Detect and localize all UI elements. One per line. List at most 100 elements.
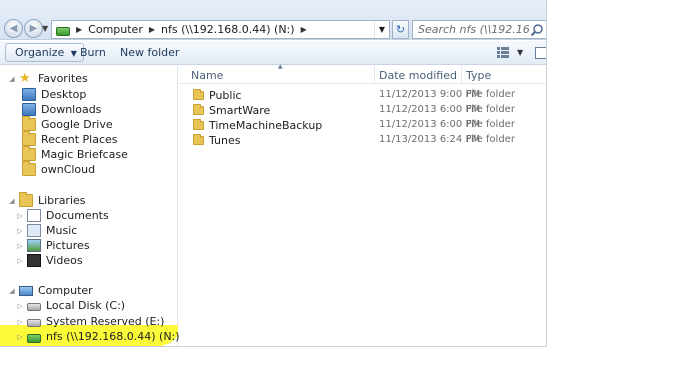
preview-pane-icon[interactable] [535, 47, 546, 59]
sidebar-item-local-disk-c[interactable]: ▷ Local Disk (C:) [16, 298, 125, 313]
computer-icon [19, 285, 33, 296]
search-icon [530, 23, 544, 37]
column-header-type[interactable]: Type [466, 69, 491, 82]
column-divider[interactable] [374, 66, 375, 84]
breadcrumb-nfs-drive[interactable]: nfs (\\192.168.0.44) (N:) [161, 23, 295, 36]
sidebar-item-system-reserved-e[interactable]: ▷ System Reserved (E:) [16, 314, 164, 329]
sidebar-item-downloads[interactable]: Downloads [22, 102, 101, 117]
sidebar-item-label: Videos [46, 254, 83, 267]
file-date-modified: 11/13/2013 6:24 PM [379, 134, 481, 145]
file-row[interactable]: TimeMachineBackup 11/12/2013 6:00 PM Fil… [179, 118, 546, 133]
file-type: File folder [466, 89, 515, 100]
sidebar-item-label: Music [46, 224, 78, 237]
folder-icon [193, 134, 204, 145]
nav-group-libraries[interactable]: ◢ Libraries [8, 192, 86, 208]
expand-arrow-icon[interactable]: ◢ [8, 287, 16, 295]
file-row[interactable]: Tunes 11/13/2013 6:24 PM File folder [179, 133, 546, 148]
column-header-date-modified[interactable]: Date modified [379, 69, 457, 82]
sidebar-item-videos[interactable]: ▷ Videos [16, 253, 83, 268]
nav-group-label: Computer [38, 284, 93, 297]
sidebar-item-label: System Reserved (E:) [46, 315, 165, 328]
desktop-icon [22, 88, 36, 101]
command-bar: Organize ▼ Burn New folder ▼ [0, 41, 546, 65]
sidebar-item-label: Documents [46, 209, 109, 222]
file-type: File folder [466, 134, 515, 145]
collapsed-arrow-icon[interactable]: ▷ [16, 212, 24, 220]
star-icon: ★ [19, 71, 31, 86]
folder-icon [193, 89, 204, 100]
file-row[interactable]: Public 11/12/2013 9:00 PM File folder [179, 88, 546, 103]
sidebar-item-label: Downloads [41, 103, 102, 116]
file-date-modified: 11/12/2013 9:00 PM [379, 89, 481, 100]
sidebar-item-label: Pictures [46, 239, 90, 252]
forward-button[interactable]: ▶ [24, 19, 43, 38]
collapsed-arrow-icon[interactable]: ▷ [16, 318, 24, 326]
change-view-icon[interactable] [497, 47, 509, 58]
sidebar-item-pictures[interactable]: ▷ Pictures [16, 238, 90, 253]
column-header-name[interactable]: Name [191, 69, 223, 82]
new-folder-button[interactable]: New folder [120, 46, 179, 59]
recent-places-icon [22, 131, 36, 146]
collapsed-arrow-icon[interactable]: ▷ [16, 333, 24, 341]
music-icon [27, 224, 41, 237]
nav-group-computer[interactable]: ◢ Computer [8, 283, 93, 298]
expand-arrow-icon[interactable]: ◢ [8, 75, 16, 83]
sidebar-item-label: Recent Places [41, 133, 118, 146]
videos-icon [27, 254, 41, 267]
file-row[interactable]: SmartWare 11/12/2013 6:00 PM File folder [179, 103, 546, 118]
file-type: File folder [466, 104, 515, 115]
explorer-window: ◀ ▶ ▼ ▶ Computer ▶ nfs (\\192.168.0.44) … [0, 0, 547, 347]
file-list-pane: ▲ Name Date modified Type Public 11/12/2… [179, 63, 546, 346]
nav-group-label: Favorites [38, 72, 88, 85]
collapsed-arrow-icon[interactable]: ▷ [16, 302, 24, 310]
sidebar-item-nfs-drive[interactable]: ▷ nfs (\\192.168.0.44) (N:) [16, 329, 180, 344]
collapsed-arrow-icon[interactable]: ▷ [16, 227, 24, 235]
file-name: Tunes [209, 134, 241, 147]
expand-arrow-icon[interactable]: ◢ [8, 197, 16, 205]
column-header-row: ▲ Name Date modified Type [179, 63, 546, 84]
sidebar-item-owncloud[interactable]: ownCloud [22, 161, 95, 177]
address-history-dropdown[interactable]: ▼ [374, 21, 389, 38]
folder-icon [193, 104, 204, 115]
organize-label: Organize [15, 46, 65, 59]
address-bar[interactable]: ▶ Computer ▶ nfs (\\192.168.0.44) (N:) ▶… [51, 20, 390, 39]
refresh-button[interactable]: ↻ [392, 20, 409, 39]
file-name: TimeMachineBackup [209, 119, 323, 132]
breadcrumb-computer[interactable]: Computer [88, 23, 143, 36]
column-divider[interactable] [461, 66, 462, 84]
back-button[interactable]: ◀ [4, 19, 23, 38]
google-drive-folder-icon [22, 116, 36, 131]
search-input[interactable]: Search nfs (\\192.168.0.44) (N:) [412, 20, 546, 39]
sidebar-item-google-drive[interactable]: Google Drive [22, 116, 113, 132]
breadcrumb-separator-icon[interactable]: ▶ [76, 25, 82, 34]
sidebar-item-magic-briefcase[interactable]: Magic Briefcase [22, 146, 128, 162]
breadcrumb-separator-icon[interactable]: ▶ [301, 25, 307, 34]
file-type: File folder [466, 119, 515, 130]
sidebar-item-label: Google Drive [41, 118, 113, 131]
collapsed-arrow-icon[interactable]: ▷ [16, 242, 24, 250]
sidebar-item-music[interactable]: ▷ Music [16, 223, 77, 238]
burn-button[interactable]: Burn [80, 46, 106, 59]
owncloud-folder-icon [22, 161, 36, 176]
recent-pages-dropdown[interactable]: ▼ [42, 24, 48, 33]
sidebar-item-desktop[interactable]: Desktop [22, 87, 86, 102]
breadcrumb-separator-icon[interactable]: ▶ [149, 25, 155, 34]
sidebar-item-documents[interactable]: ▷ Documents [16, 208, 109, 223]
network-drive-icon [56, 26, 70, 36]
forward-arrow-icon: ▶ [29, 23, 38, 34]
navigation-pane: ◢ ★ Favorites Desktop Downloads Google D… [0, 66, 180, 346]
nav-group-label: Libraries [38, 194, 86, 207]
view-options-dropdown[interactable]: ▼ [517, 48, 523, 57]
network-drive-icon [27, 333, 41, 343]
chevron-down-icon: ▼ [70, 49, 77, 58]
address-row: ◀ ▶ ▼ ▶ Computer ▶ nfs (\\192.168.0.44) … [0, 0, 546, 40]
collapsed-arrow-icon[interactable]: ▷ [16, 257, 24, 265]
sidebar-item-label: nfs (\\192.168.0.44) (N:) [46, 330, 180, 343]
search-placeholder: Search nfs (\\192.168.0.44) (N:) [418, 23, 530, 36]
organize-button[interactable]: Organize ▼ [5, 43, 84, 62]
drive-icon [27, 319, 41, 327]
documents-icon [27, 209, 41, 222]
sidebar-item-recent-places[interactable]: Recent Places [22, 131, 118, 147]
sort-ascending-icon: ▲ [278, 63, 283, 70]
nav-group-favorites[interactable]: ◢ ★ Favorites [8, 71, 88, 86]
